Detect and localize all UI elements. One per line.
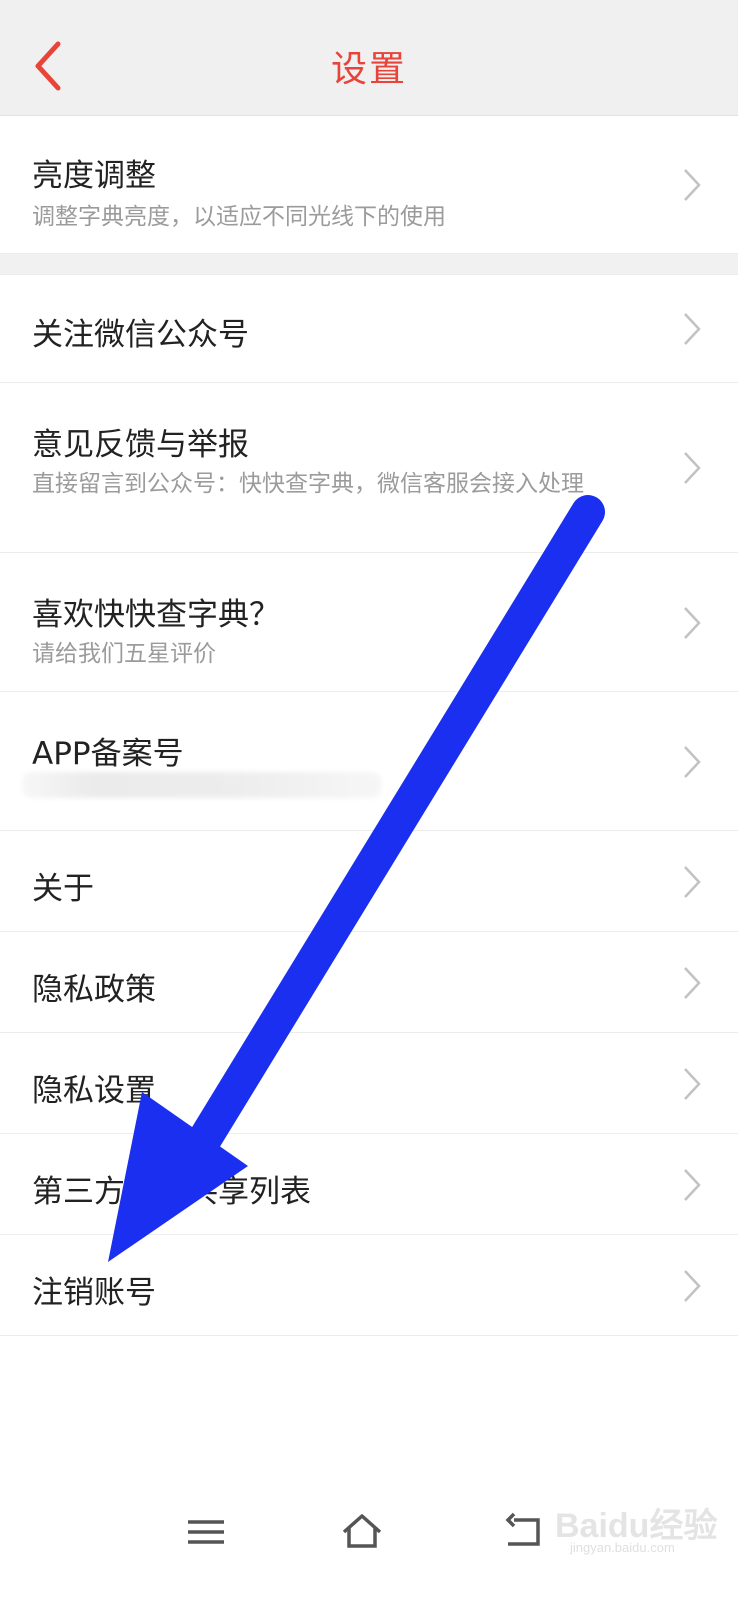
item-label: 第三方信息共享列表 [32,1174,311,1210]
item-label: 关于 [32,871,94,907]
item-label: 喜欢快快查字典？ [32,597,280,633]
settings-item-about[interactable]: 关于 [0,831,738,932]
item-label: 意见反馈与举报 [32,427,249,463]
item-description: 请给我们五星评价 [32,641,216,667]
settings-item-delete-account[interactable]: 注销账号 [0,1235,738,1336]
settings-list: 亮度调整 调整字典亮度，以适应不同光线下的使用 关注微信公众号 意见反馈与举报 … [0,116,738,1336]
item-label: 关注微信公众号 [32,317,249,353]
chevron-right-icon [684,1270,701,1302]
settings-item-rate[interactable]: 喜欢快快查字典？ 请给我们五星评价 [0,553,738,692]
item-label: APP备案号 [32,736,184,772]
chevron-right-icon [684,1169,701,1201]
item-label: 隐私政策 [32,972,156,1008]
settings-item-app-filing[interactable]: APP备案号 [0,692,738,831]
item-label: 隐私设置 [32,1073,156,1109]
item-label: 亮度调整 [32,158,156,194]
chevron-right-icon [684,169,701,201]
chevron-right-icon [684,967,701,999]
watermark-url: jingyan.baidu.com [570,1540,675,1555]
chevron-right-icon [684,607,701,639]
menu-icon[interactable] [184,1510,228,1554]
settings-item-brightness[interactable]: 亮度调整 调整字典亮度，以适应不同光线下的使用 [0,116,738,254]
settings-item-privacy-settings[interactable]: 隐私设置 [0,1033,738,1134]
item-label: 注销账号 [32,1275,156,1311]
settings-item-wechat[interactable]: 关注微信公众号 [0,275,738,383]
chevron-right-icon [684,313,701,345]
top-bar: 设置 [0,0,738,116]
chevron-right-icon [684,452,701,484]
item-description: 直接留言到公众号：快快查字典，微信客服会接入处理 [32,471,584,497]
settings-item-privacy-policy[interactable]: 隐私政策 [0,932,738,1033]
section-divider [0,254,738,275]
settings-item-feedback[interactable]: 意见反馈与举报 直接留言到公众号：快快查字典，微信客服会接入处理 [0,383,738,553]
chevron-right-icon [684,866,701,898]
settings-item-third-party-list[interactable]: 第三方信息共享列表 [0,1134,738,1235]
chevron-right-icon [684,1068,701,1100]
back-icon[interactable] [500,1510,544,1554]
home-icon[interactable] [340,1510,384,1554]
page-title: 设置 [330,49,407,90]
item-description: 调整字典亮度，以适应不同光线下的使用 [32,204,446,230]
redacted-filing-number [22,772,382,798]
chevron-right-icon [684,746,701,778]
